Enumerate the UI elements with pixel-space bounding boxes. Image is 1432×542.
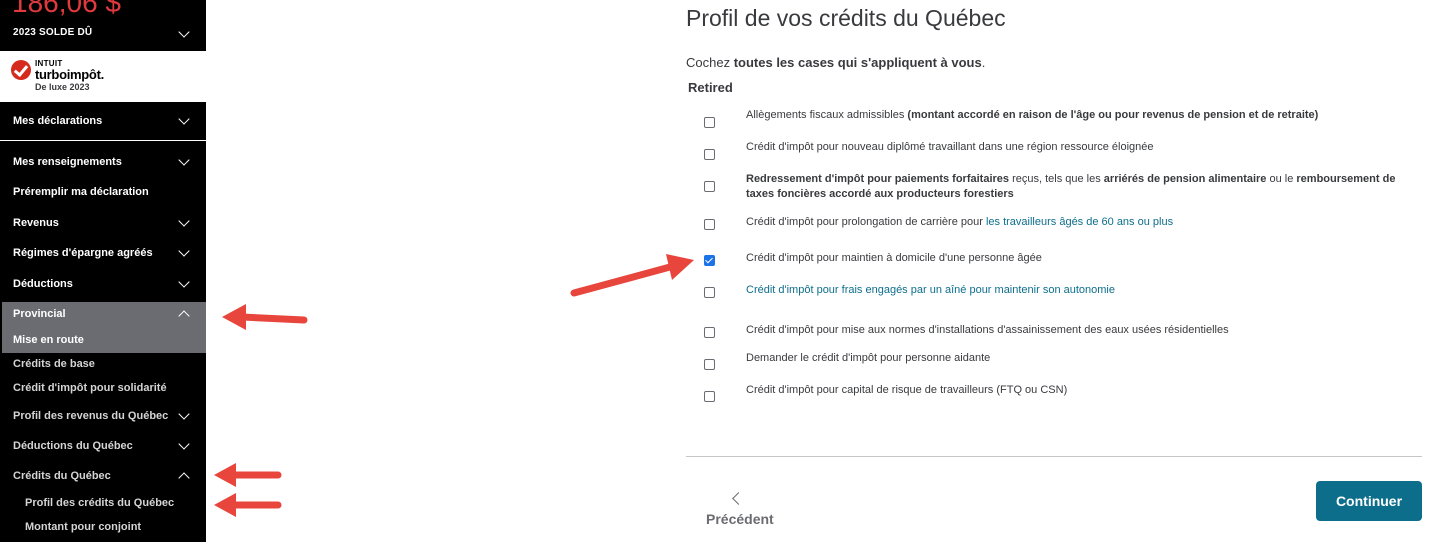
- option-allegements[interactable]: Allègements fiscaux admissibles (montant…: [746, 108, 1406, 123]
- instructions-prefix: Cochez: [686, 55, 734, 70]
- red-arrow-annotation: [570, 254, 694, 297]
- nav-label: Déductions du Québec: [13, 440, 133, 452]
- option-text: Allègements fiscaux admissibles: [746, 109, 908, 121]
- option-text-bold: Redressement d'impôt pour paiements forf…: [746, 173, 1010, 185]
- nav-label: Mes déclarations: [13, 115, 103, 127]
- continue-button[interactable]: Continuer: [1316, 481, 1422, 521]
- red-arrow-annotation: [214, 463, 282, 487]
- chevron-up-icon: [178, 472, 190, 484]
- chevron-down-icon: [178, 245, 190, 257]
- nav-label: Crédits du Québec: [13, 470, 111, 482]
- balance-label: 2023 SOLDE DÛ: [13, 27, 93, 38]
- nav-label: Profil des crédits du Québec: [25, 497, 175, 509]
- option-capital-risque[interactable]: Crédit d'impôt pour capital de risque de…: [746, 383, 1406, 398]
- instructions: Cochez toutes les cases qui s'appliquent…: [686, 55, 985, 70]
- previous-label: Précédent: [706, 511, 774, 527]
- nav-label: Mise en route: [13, 334, 84, 346]
- option-eaux-usees[interactable]: Crédit d'impôt pour mise aux normes d'in…: [746, 323, 1406, 338]
- instructions-bold: toutes les cases qui s'appliquent à vous: [733, 55, 982, 70]
- nav-divider: [0, 140, 206, 141]
- chevron-down-icon: [178, 154, 190, 166]
- checkbox-maintien-domicile[interactable]: [704, 255, 715, 266]
- nav-label: Déductions: [13, 278, 73, 290]
- nav-label: Mes renseignements: [13, 156, 122, 168]
- nav-label: Crédits de base: [13, 358, 95, 370]
- balance-amount: 186,06 $: [12, 0, 121, 18]
- option-prolongation-carriere[interactable]: Crédit d'impôt pour prolongation de carr…: [746, 215, 1406, 230]
- chevron-down-icon: [178, 438, 190, 450]
- logo-edition: De luxe 2023: [35, 82, 90, 92]
- turbotax-check-logo-icon: [11, 60, 31, 80]
- page-title: Profil de vos crédits du Québec: [686, 5, 1006, 31]
- checkbox-eaux-usees[interactable]: [704, 327, 715, 338]
- chevron-down-icon: [178, 408, 190, 420]
- nav-label: Préremplir ma déclaration: [13, 186, 149, 198]
- option-text-bold: arriérés de pension alimentaire: [1103, 173, 1267, 185]
- option-redressement[interactable]: Redressement d'impôt pour paiements forf…: [746, 172, 1406, 202]
- nav-label: Montant pour conjoint: [25, 521, 142, 533]
- option-nouveau-diplome[interactable]: Crédit d'impôt pour nouveau diplômé trav…: [746, 140, 1406, 155]
- nav-label: Crédit d'impôt pour solidarité: [13, 382, 167, 394]
- option-text: reçus, tels que les: [1009, 173, 1104, 185]
- sidebar: 186,06 $ 2023 SOLDE DÛ INTUIT turboimpôt…: [0, 0, 206, 542]
- red-arrow-annotation: [214, 493, 282, 517]
- checkbox-prolongation-carriere[interactable]: [704, 219, 715, 230]
- nav-label: Régimes d'épargne agréés: [13, 247, 153, 259]
- checkbox-frais-aine[interactable]: [704, 287, 715, 298]
- footer-divider: [686, 456, 1422, 457]
- balance-panel[interactable]: 186,06 $ 2023 SOLDE DÛ: [0, 0, 206, 50]
- chevron-down-icon: [178, 215, 190, 227]
- option-personne-aidante[interactable]: Demander le crédit d'impôt pour personne…: [746, 351, 1406, 366]
- option-frais-aine[interactable]: Crédit d'impôt pour frais engagés par un…: [746, 283, 1406, 298]
- option-link[interactable]: les travailleurs âgés de 60 ans ou plus: [986, 216, 1173, 228]
- checkbox-nouveau-diplome[interactable]: [704, 149, 715, 160]
- checkbox-allegements[interactable]: [704, 117, 715, 128]
- section-heading: Retired: [688, 80, 733, 95]
- checkbox-redressement[interactable]: [704, 181, 715, 192]
- checkbox-personne-aidante[interactable]: [704, 359, 715, 370]
- checkbox-capital-risque[interactable]: [704, 391, 715, 402]
- option-text: Crédit d'impôt pour prolongation de carr…: [746, 216, 986, 228]
- instructions-suffix: .: [981, 55, 986, 70]
- nav-label: Revenus: [13, 217, 59, 229]
- chevron-down-icon: [178, 276, 190, 288]
- chevron-down-icon: [178, 113, 190, 125]
- chevron-left-icon: [732, 492, 745, 505]
- chevron-down-icon[interactable]: [178, 26, 190, 38]
- option-text: ou le: [1266, 173, 1297, 185]
- red-arrow-annotation: [222, 304, 308, 330]
- nav-label: Provincial: [13, 308, 66, 320]
- turbotax-logo: INTUIT turboimpôt. De luxe 2023: [0, 51, 206, 102]
- option-text-bold: (montant accordé en raison de l'âge ou p…: [907, 109, 1319, 121]
- logo-product: turboimpôt.: [35, 67, 104, 82]
- previous-button[interactable]: Précédent: [706, 490, 776, 530]
- nav-label: Profil des revenus du Québec: [13, 410, 169, 422]
- option-maintien-domicile[interactable]: Crédit d'impôt pour maintien à domicile …: [746, 251, 1406, 266]
